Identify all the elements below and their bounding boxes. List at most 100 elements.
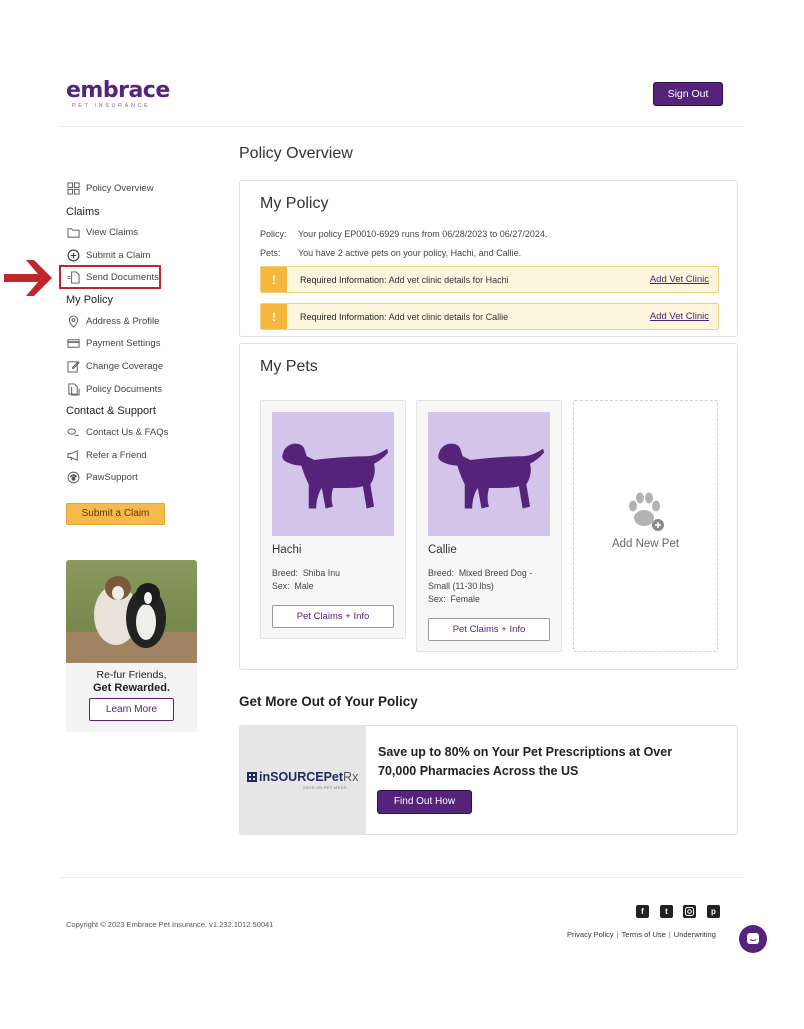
documents-icon <box>66 382 80 396</box>
pet-card-hachi[interactable]: Hachi Breed: Shiba Inu Sex: Male Pet Cla… <box>260 400 406 639</box>
pet-photo-placeholder <box>428 412 550 536</box>
breed-label: Breed: <box>428 568 454 578</box>
instagram-glyph <box>685 907 694 916</box>
sidebar-item-label: Submit a Claim <box>86 249 151 261</box>
folder-icon <box>66 225 80 239</box>
breed-value: Shiba Inu <box>302 568 340 578</box>
paw-plus-icon <box>629 492 664 531</box>
my-pets-title: My Pets <box>260 358 318 375</box>
pet-breed: Breed: Mixed Breed Dog - Small (11-30 lb… <box>428 567 553 593</box>
sidebar-item-view-claims[interactable]: View Claims <box>66 224 138 240</box>
footer-links: Privacy Policy | Terms of Use | Underwriting <box>567 930 716 939</box>
add-new-pet-label: Add New Pet <box>611 538 680 550</box>
instagram-icon[interactable] <box>683 905 696 918</box>
insourcepetrx-logo: inSOURCEPet Rx SAVE ON PET MEDS <box>240 726 366 834</box>
sidebar-item-label: Change Coverage <box>86 360 164 372</box>
sidebar-item-policy-overview[interactable]: Policy Overview <box>66 180 154 196</box>
pet-breed: Breed: Shiba Inu <box>272 567 397 580</box>
partner-brand: inSOURCEPet Rx <box>247 770 358 784</box>
sex-value: Male <box>294 581 314 591</box>
sidebar-item-label: Contact Us & FAQs <box>86 426 169 438</box>
building-icon <box>247 772 257 782</box>
pet-sex: Sex: Male <box>272 580 397 593</box>
alert-message: Add vet clinic details for Hachi <box>388 274 509 285</box>
sidebar-item-submit-claim[interactable]: Submit a Claim <box>66 247 150 263</box>
policy-label: Policy: <box>260 229 287 239</box>
sidebar-item-pawsupport[interactable]: PawSupport <box>66 469 138 485</box>
sex-label: Sex: <box>272 581 290 591</box>
partner-tagline: SAVE ON PET MEDS <box>303 785 347 790</box>
sidebar-item-label: Policy Documents <box>86 383 163 395</box>
plus-circle-icon <box>66 248 80 262</box>
footer-divider <box>60 877 744 878</box>
partner-brand-suffix: Rx <box>343 770 359 784</box>
sex-label: Sex: <box>428 594 446 604</box>
find-out-how-button[interactable]: Find Out How <box>378 791 471 813</box>
promo-line-2: Get Rewarded. <box>92 682 171 694</box>
submit-claim-button[interactable]: Submit a Claim <box>66 503 165 525</box>
pet-claims-info-button[interactable]: Pet Claims + Info <box>272 605 394 628</box>
sidebar-item-label: Policy Overview <box>86 182 154 194</box>
chat-widget-button[interactable] <box>739 925 767 953</box>
pet-claims-info-button[interactable]: Pet Claims + Info <box>428 618 550 641</box>
sidebar-heading-claims: Claims <box>66 206 100 218</box>
sidebar-item-label: View Claims <box>86 226 139 238</box>
my-pets-card: My Pets Hachi Breed: Shiba Inu Sex: Male… <box>239 343 738 670</box>
credit-card-icon <box>66 336 80 350</box>
header-divider <box>60 126 744 127</box>
add-vet-clinic-link[interactable]: Add Vet Clinic <box>650 311 709 322</box>
sidebar-item-label: Refer a Friend <box>86 449 147 461</box>
pets-label: Pets: <box>260 248 281 258</box>
megaphone-icon <box>66 448 80 462</box>
sidebar-item-change-coverage[interactable]: Change Coverage <box>66 358 163 374</box>
pet-sex: Sex: Female <box>428 593 553 606</box>
grid-icon <box>66 181 80 195</box>
dog-silhouette-icon <box>438 443 545 509</box>
logo-word: embrace <box>66 78 170 103</box>
pets-value: You have 2 active pets on your policy, H… <box>298 248 522 258</box>
learn-more-button[interactable]: Learn More <box>89 698 174 721</box>
warning-icon: ! <box>261 304 287 329</box>
twitter-icon[interactable]: t <box>660 905 673 918</box>
sex-value: Female <box>450 594 480 604</box>
alert-message: Add vet clinic details for Callie <box>388 311 509 322</box>
embrace-logo[interactable]: embrace PET INSURANCE <box>66 78 170 110</box>
sign-out-button[interactable]: Sign Out <box>654 83 722 105</box>
required-info-alert: ! Required Information: Add vet clinic d… <box>260 303 719 330</box>
alert-label: Required Information: <box>300 311 387 322</box>
insourcepetrx-promo-card: inSOURCEPet Rx SAVE ON PET MEDS Save up t… <box>239 725 738 835</box>
page-title: Policy Overview <box>239 145 353 162</box>
privacy-policy-link[interactable]: Privacy Policy <box>567 930 614 939</box>
get-more-title: Get More Out of Your Policy <box>239 694 418 709</box>
sidebar-item-label: PawSupport <box>86 471 138 483</box>
policy-value: Your policy EP0010-6929 runs from 06/28/… <box>298 229 548 239</box>
pinterest-icon[interactable]: p <box>707 905 720 918</box>
pet-name: Callie <box>428 544 457 556</box>
sidebar-item-address-profile[interactable]: Address & Profile <box>66 313 159 329</box>
partner-headline: Save up to 80% on Your Pet Prescriptions… <box>378 745 673 778</box>
pet-card-callie[interactable]: Callie Breed: Mixed Breed Dog - Small (1… <box>416 400 562 652</box>
sidebar-item-payment-settings[interactable]: Payment Settings <box>66 335 160 351</box>
add-vet-clinic-link[interactable]: Add Vet Clinic <box>650 274 709 285</box>
sidebar-item-contact-faqs[interactable]: Contact Us & FAQs <box>66 424 168 440</box>
sidebar-item-policy-documents[interactable]: Policy Documents <box>66 381 162 397</box>
sidebar-item-refer-friend[interactable]: Refer a Friend <box>66 447 147 463</box>
paw-circle-icon <box>66 470 80 484</box>
refer-promo-card: Re-fur Friends, Get Rewarded. Learn More <box>66 560 197 732</box>
my-policy-card: My Policy Policy: Your policy EP0010-692… <box>239 180 738 337</box>
promo-line-1: Re-fur Friends, <box>96 669 167 681</box>
facebook-icon[interactable]: f <box>636 905 649 918</box>
add-new-pet-card[interactable]: Add New Pet <box>573 400 718 652</box>
edit-icon <box>66 359 80 373</box>
pet-photo-placeholder <box>272 412 394 536</box>
my-policy-title: My Policy <box>260 195 329 212</box>
dogs-photo <box>66 560 197 663</box>
dog-silhouette-icon <box>282 443 389 509</box>
breed-label: Breed: <box>272 568 298 578</box>
chat-bubbles-icon <box>66 425 80 439</box>
location-pin-icon <box>66 314 80 328</box>
terms-of-use-link[interactable]: Terms of Use <box>622 930 666 939</box>
sidebar-item-label: Address & Profile <box>86 315 160 327</box>
pet-name: Hachi <box>272 544 302 556</box>
underwriting-link[interactable]: Underwriting <box>674 930 716 939</box>
